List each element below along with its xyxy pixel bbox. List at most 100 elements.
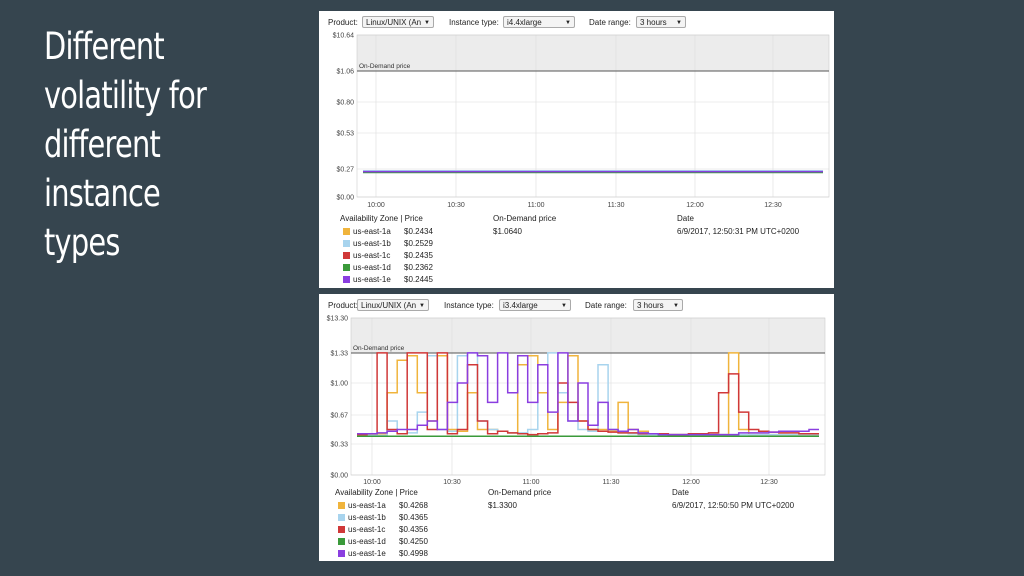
snapshot-date-value: 6/9/2017, 12:50:50 PM UTC+0200	[672, 501, 795, 510]
product-label: Product:	[328, 18, 358, 27]
legend-zone-name: us-east-1c	[348, 525, 386, 534]
legend-zone-price: $0.4365	[399, 513, 428, 522]
legend-zone-name: us-east-1e	[353, 275, 391, 284]
snapshot-date-value: 6/9/2017, 12:50:31 PM UTC+0200	[677, 227, 800, 236]
legend-zone-price: $0.4998	[399, 549, 428, 558]
above-ondemand-band	[357, 35, 829, 71]
legend-swatch	[338, 538, 345, 545]
y-tick-label: $0.00	[336, 195, 354, 202]
legend-swatch	[338, 514, 345, 521]
y-tick-label: $0.80	[336, 100, 354, 107]
above-ondemand-band	[351, 318, 825, 353]
legend-1: Availability Zone | Price On-Demand price…	[319, 214, 834, 288]
instance-value: i4.4xlarge	[507, 18, 542, 27]
x-tick-label: 11:30	[608, 202, 625, 209]
y-tick-label: $1.06	[336, 69, 354, 76]
ondemand-price-value: $1.0640	[493, 227, 522, 236]
on-demand-label: On-Demand price	[353, 345, 405, 352]
range-select[interactable]: 3 hours ▼	[636, 16, 686, 28]
x-tick-label: 10:00	[363, 479, 381, 486]
range-label: Date range:	[585, 301, 627, 310]
y-tick-label: $0.27	[336, 167, 354, 174]
x-tick-label: 12:30	[764, 202, 782, 209]
legend-zone-price: $0.2529	[404, 239, 433, 248]
title-line: instance	[44, 172, 161, 215]
legend-zone-price: $0.4250	[399, 537, 428, 546]
legend-swatch	[338, 502, 345, 509]
legend-zone-name: us-east-1d	[348, 537, 386, 546]
legend-zone-name: us-east-1b	[353, 239, 391, 248]
product-value: Linux/UNIX (An	[366, 18, 422, 27]
y-tick-label: $13.30	[327, 316, 349, 323]
x-tick-label: 12:00	[686, 202, 704, 209]
legend-col-zone: Availability Zone | Price	[340, 214, 423, 223]
dropdown-arrow-icon: ▼	[673, 303, 679, 309]
instance-value: i3.4xlarge	[503, 301, 538, 310]
product-select[interactable]: Linux/UNIX (An ▼	[357, 299, 429, 311]
legend-col-zone: Availability Zone | Price	[335, 488, 418, 497]
legend-col-ondemand: On-Demand price	[488, 488, 552, 497]
y-tick-label: $10.64	[333, 33, 355, 40]
dropdown-arrow-icon: ▼	[419, 303, 425, 309]
range-select[interactable]: 3 hours ▼	[633, 299, 683, 311]
y-tick-label: $0.00	[330, 473, 348, 480]
legend-zone-name: us-east-1b	[348, 513, 386, 522]
x-tick-label: 11:00	[528, 202, 545, 209]
legend-swatch	[343, 228, 350, 235]
on-demand-label: On-Demand price	[359, 63, 411, 70]
legend-swatch	[343, 264, 350, 271]
legend-col-date: Date	[672, 488, 689, 497]
title-line: types	[44, 221, 120, 264]
legend-swatch	[343, 240, 350, 247]
x-tick-label: 10:00	[367, 202, 385, 209]
legend-zone-name: us-east-1a	[348, 501, 386, 510]
title-line: different	[44, 123, 161, 166]
x-tick-label: 11:30	[603, 479, 620, 486]
legend-zone-name: us-east-1e	[348, 549, 386, 558]
x-tick-label: 11:00	[523, 479, 540, 486]
legend-col-ondemand: On-Demand price	[493, 214, 557, 223]
legend-2: Availability Zone | Price On-Demand price…	[319, 488, 834, 561]
x-tick-label: 10:30	[443, 479, 461, 486]
y-tick-label: $1.33	[330, 351, 348, 358]
instance-label: Instance type:	[449, 18, 499, 27]
y-tick-label: $0.67	[330, 413, 348, 420]
title-line: Different	[44, 25, 165, 68]
product-select[interactable]: Linux/UNIX (An ▼	[362, 16, 434, 28]
legend-zone-price: $0.2445	[404, 275, 433, 284]
legend-swatch	[343, 276, 350, 283]
legend-swatch	[338, 550, 345, 557]
legend-zone-price: $0.4356	[399, 525, 428, 534]
instance-select[interactable]: i4.4xlarge ▼	[503, 16, 575, 28]
legend-zone-price: $0.2435	[404, 251, 433, 260]
legend-zone-price: $0.2362	[404, 263, 433, 272]
y-tick-label: $1.00	[330, 381, 348, 388]
dropdown-arrow-icon: ▼	[424, 20, 430, 26]
legend-zone-name: us-east-1d	[353, 263, 391, 272]
instance-label: Instance type:	[444, 301, 494, 310]
price-chart-1: $0.00 $0.27 $0.53 $0.80 $1.06 $10.64 10:00 10:3…	[333, 33, 830, 209]
legend-swatch	[343, 252, 350, 259]
instance-select[interactable]: i3.4xlarge ▼	[499, 299, 571, 311]
x-tick-label: 10:30	[447, 202, 465, 209]
price-history-panel-2: Product: Linux/UNIX (An ▼ Instance type: …	[319, 294, 834, 561]
legend-swatch	[338, 526, 345, 533]
product-value: Linux/UNIX (An	[361, 301, 417, 310]
range-value: 3 hours	[640, 18, 667, 27]
dropdown-arrow-icon: ▼	[676, 20, 682, 26]
legend-zone-name: us-east-1a	[353, 227, 391, 236]
ondemand-price-value: $1.3300	[488, 501, 517, 510]
legend-zone-name: us-east-1c	[353, 251, 391, 260]
legend-zone-price: $0.2434	[404, 227, 433, 236]
x-tick-label: 12:30	[760, 479, 778, 486]
range-value: 3 hours	[637, 301, 664, 310]
price-chart-2: $0.00 $0.33 $0.67 $1.00 $1.33 $13.30 10:00 10:3…	[327, 316, 826, 486]
slide-title: Different volatility for different insta…	[44, 22, 223, 267]
range-label: Date range:	[589, 18, 631, 27]
title-line: volatility for	[44, 74, 207, 117]
y-tick-label: $0.53	[336, 131, 354, 138]
dropdown-arrow-icon: ▼	[561, 303, 567, 309]
dropdown-arrow-icon: ▼	[565, 20, 571, 26]
price-history-panel-1: Product: Linux/UNIX (An ▼ Instance type: …	[319, 11, 834, 288]
legend-col-date: Date	[677, 214, 694, 223]
